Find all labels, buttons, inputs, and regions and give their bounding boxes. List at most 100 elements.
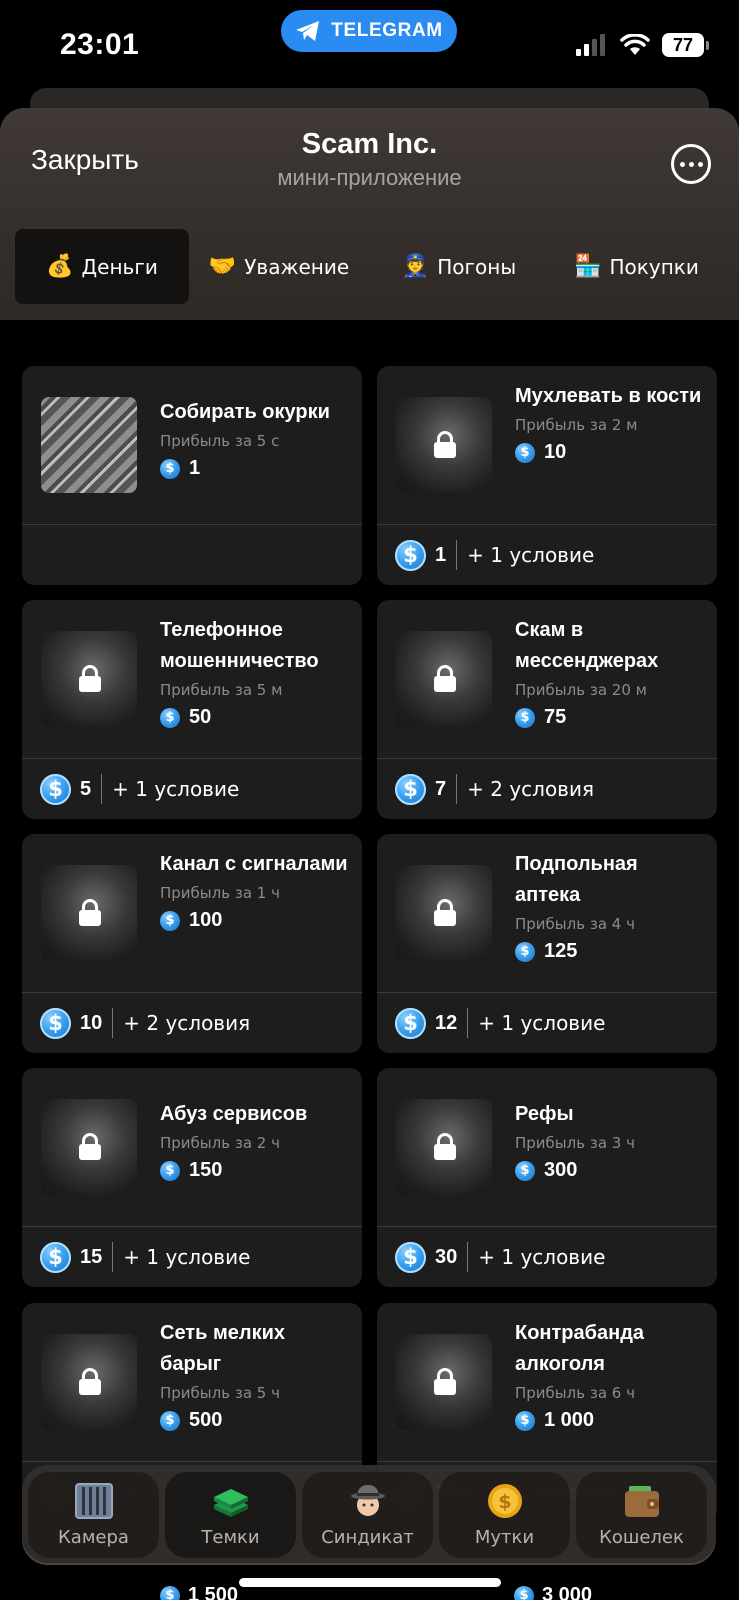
coin-icon: $: [515, 941, 535, 962]
card-divider: [22, 1226, 362, 1227]
coin-icon: $: [395, 773, 426, 805]
footer-separator: [456, 540, 458, 570]
unlock-price: $12: [395, 1007, 457, 1039]
lock-icon: [79, 899, 101, 926]
coin-icon: $: [395, 539, 426, 571]
coin-icon: $: [160, 707, 180, 728]
tab-label: Деньги: [81, 254, 158, 279]
business-card[interactable]: Абуз сервисов Прибыль за 2 ч $150 $15 + 1 ус…: [22, 1068, 362, 1287]
wallet-icon: [624, 1485, 659, 1517]
income-value: $50: [160, 706, 350, 729]
unlock-price: $1: [395, 539, 446, 571]
footer-separator: [112, 1008, 114, 1038]
card-divider: [22, 992, 362, 993]
tab-money[interactable]: 💰 Деньги: [15, 229, 189, 304]
business-name: Скам в мессенджерах: [515, 619, 659, 672]
footer-separator: [101, 774, 103, 804]
conditions-count: + 2 условия: [467, 777, 594, 801]
tab-label: Погоны: [437, 254, 517, 279]
footer-separator: [467, 1008, 469, 1038]
business-image: [396, 397, 492, 493]
unlock-requirements[interactable]: $5 + 1 условие: [40, 771, 239, 807]
business-image: [41, 397, 137, 493]
card-divider: [377, 1226, 717, 1227]
detective-icon: [350, 1484, 385, 1516]
nav-deals[interactable]: $ Мутки: [439, 1472, 570, 1558]
status-time: 23:01: [60, 28, 140, 61]
coin-icon: $: [395, 1007, 426, 1039]
business-image: [41, 1099, 137, 1195]
profit-interval: Прибыль за 6 ч: [515, 1384, 635, 1402]
coin-icon: $: [40, 1241, 71, 1273]
business-card[interactable]: Собирать окурки Прибыль за 5 с $1: [22, 366, 362, 585]
footer-separator: [467, 1242, 469, 1272]
business-name: Телефонное мошенничество: [160, 619, 319, 672]
conditions-count: + 1 условие: [112, 777, 240, 801]
unlock-requirements[interactable]: $10 + 2 условия: [40, 1005, 250, 1041]
business-card[interactable]: Телефонное мошенничество Прибыль за 5 м $5…: [22, 600, 362, 819]
coin-icon: $: [40, 1007, 71, 1039]
telegram-pill[interactable]: TELEGRAM: [281, 10, 457, 52]
business-card[interactable]: Скам в мессенджерах Прибыль за 20 м $75 $7 +…: [377, 600, 717, 819]
business-name: Абуз сервисов: [160, 1103, 308, 1125]
business-name: Собирать окурки: [160, 401, 330, 423]
business-card[interactable]: Подпольная аптека Прибыль за 4 ч $125 $12 + …: [377, 834, 717, 1053]
battery-icon: 77: [662, 33, 709, 57]
coin-icon: $: [160, 910, 180, 931]
tab-purchases[interactable]: 🏪 Покупки: [549, 229, 724, 304]
card-divider: [377, 758, 717, 759]
business-image: [41, 1334, 137, 1430]
lock-icon: [434, 1133, 456, 1160]
card-divider: [377, 1461, 717, 1462]
income-value: $150: [160, 1159, 350, 1182]
card-divider: [377, 992, 717, 993]
card-divider: [22, 758, 362, 759]
unlock-price: $7: [395, 773, 446, 805]
conditions-count: + 1 условие: [123, 1245, 251, 1269]
tab-rank[interactable]: 👮 Погоны: [369, 229, 549, 304]
card-divider: [22, 1461, 362, 1462]
lock-icon: [79, 665, 101, 692]
unlock-requirements[interactable]: $15 + 1 условие: [40, 1239, 250, 1275]
business-card[interactable]: Канал с сигналами Прибыль за 1 ч $100 $10 + …: [22, 834, 362, 1053]
business-image: [41, 865, 137, 961]
coin-icon: $: [160, 458, 180, 479]
app-subtitle: мини-приложение: [277, 165, 462, 190]
footer-separator: [456, 774, 458, 804]
money-bag-icon: 💰: [46, 254, 74, 279]
business-image: [396, 1099, 492, 1195]
income-value: $75: [515, 706, 705, 729]
more-options-button[interactable]: [671, 144, 711, 184]
nav-wallet[interactable]: Кошелек: [576, 1472, 707, 1558]
money-stack-icon: [213, 1488, 248, 1517]
profit-interval: Прибыль за 5 м: [160, 681, 283, 699]
business-name: Рефы: [515, 1103, 574, 1125]
coin-icon: $: [515, 1410, 535, 1431]
unlock-requirements[interactable]: $7 + 2 условия: [395, 771, 594, 807]
wifi-icon: [620, 34, 650, 55]
coin-icon: $: [514, 1585, 534, 1600]
lock-icon: [434, 431, 456, 458]
unlock-requirements[interactable]: $1 + 1 условие: [395, 537, 594, 573]
conditions-count: + 2 условия: [123, 1011, 251, 1035]
coin-icon: $: [160, 1160, 180, 1181]
tab-respect[interactable]: 🤝 Уважение: [189, 229, 369, 304]
profit-interval: Прибыль за 5 ч: [160, 1384, 280, 1402]
business-card[interactable]: Мухлевать в кости Прибыль за 2 м $10 $1 + 1 …: [377, 366, 717, 585]
unlock-requirements[interactable]: $12 + 1 условие: [395, 1005, 605, 1041]
lock-icon: [434, 899, 456, 926]
peek-income: $ 3 000: [514, 1584, 592, 1600]
nav-schemes[interactable]: Темки: [165, 1472, 296, 1558]
unlock-requirements[interactable]: $30 + 1 условие: [395, 1239, 605, 1275]
lock-icon: [79, 1368, 101, 1395]
nav-label: Камера: [58, 1526, 129, 1548]
card-divider: [377, 524, 717, 525]
business-image: [396, 631, 492, 727]
profit-interval: Прибыль за 3 ч: [515, 1134, 635, 1152]
nav-syndicate[interactable]: Синдикат: [302, 1472, 433, 1558]
lock-icon: [79, 1133, 101, 1160]
business-card[interactable]: Рефы Прибыль за 3 ч $300 $30 + 1 условие: [377, 1068, 717, 1287]
jail-cell-icon: [74, 1482, 113, 1519]
coin-icon: $: [515, 442, 535, 463]
nav-camera[interactable]: Камера: [28, 1472, 159, 1558]
